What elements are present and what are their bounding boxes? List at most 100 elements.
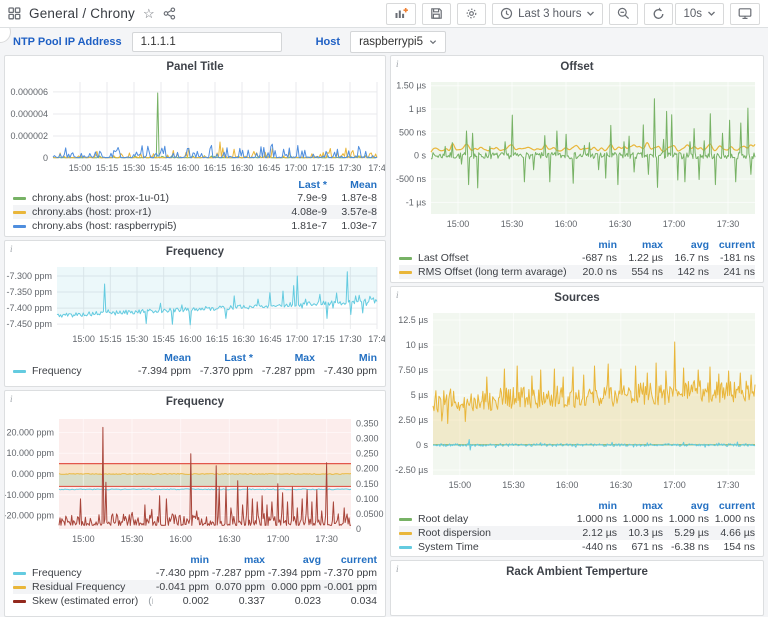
panel-header[interactable]: i Sources [391, 287, 763, 309]
svg-text:0: 0 [43, 153, 48, 163]
svg-text:16:45: 16:45 [258, 163, 281, 173]
series-stat-value: 1.000 ns [709, 513, 755, 525]
save-dashboard-button[interactable] [422, 3, 451, 25]
series-color-swatch [399, 271, 412, 274]
panel-header[interactable]: i Frequency [5, 241, 385, 263]
svg-text:0.200: 0.200 [356, 464, 379, 474]
panel-header[interactable]: i Frequency [5, 391, 385, 413]
panel-header[interactable]: i Rack Ambient Temperture [391, 561, 763, 583]
dashboard-settings-button[interactable] [457, 3, 486, 25]
chevron-down-icon [707, 9, 716, 18]
series-stat-value: 20.0 ns [571, 266, 617, 278]
series-color-swatch [13, 600, 26, 603]
series-stat-value: -7.370 ppm [191, 365, 253, 377]
svg-text:15:30: 15:30 [126, 334, 149, 344]
legend-row[interactable]: Last Offset-687 ns1.22 µs16.7 ns-181 ns [399, 251, 755, 265]
svg-text:0.100: 0.100 [356, 494, 379, 504]
legend-row[interactable]: Root delay1.000 ns1.000 ns1.000 ns1.000 … [399, 512, 755, 526]
svg-text:-10.000 ppm: -10.000 ppm [5, 490, 54, 500]
sources-chart[interactable]: 12.5 µs10 µs7.50 µs5 µs2.50 µs0 s-2.50 µ… [391, 309, 763, 499]
info-icon[interactable]: i [396, 290, 399, 300]
svg-text:500 ns: 500 ns [399, 127, 427, 137]
series-stat-value: 0.070 ppm [209, 581, 265, 593]
svg-text:20.000 ppm: 20.000 ppm [6, 427, 54, 437]
panel-title-text: Frequency [166, 246, 224, 258]
legend-row[interactable]: Frequency-7.430 ppm-7.287 ppm-7.394 ppm-… [13, 566, 377, 580]
legend-row[interactable]: Root dispersion2.12 µs10.3 µs5.29 µs4.66… [399, 526, 755, 540]
legend-row[interactable]: Residual Frequency-0.041 ppm0.070 ppm0.0… [13, 580, 377, 594]
time-range-label: Last 3 hours [518, 8, 581, 20]
series-stat-value: -7.394 ppm [129, 365, 191, 377]
series-color-swatch [399, 257, 412, 260]
svg-text:15:30: 15:30 [501, 219, 524, 229]
series-stat-value: 4.66 µs [709, 527, 755, 539]
panel-title-text: Offset [560, 61, 593, 73]
panel-title-text: Rack Ambient Temperture [506, 566, 648, 578]
svg-text:17:00: 17:00 [267, 534, 290, 544]
frequency-bottom-chart[interactable]: 20.000 ppm10.000 ppm0.000 ppm-10.000 ppm… [5, 413, 385, 553]
legend-row[interactable]: RMS Offset (long term avarage)20.0 ns554… [399, 265, 755, 279]
offset-chart[interactable]: 1.50 µs1 µs500 ns0 s-500 ns-1 µs15:0015:… [391, 78, 763, 238]
sources-legend: minmaxavgcurrentRoot delay1.000 ns1.000 … [391, 499, 763, 554]
svg-text:0.150: 0.150 [356, 479, 379, 489]
host-select[interactable]: raspberrypi5 [350, 31, 446, 53]
series-stat-value: 1.22 µs [617, 252, 663, 264]
series-label: RMS Offset (long term avarage) [418, 266, 567, 278]
dashboard-title: General / Chrony [29, 6, 135, 21]
legend-row[interactable]: System Time-440 ns671 ns-6.38 ns154 ns [399, 540, 755, 554]
series-label: Skew (estimated error) [32, 595, 138, 607]
svg-text:15:15: 15:15 [96, 163, 119, 173]
ntp-pool-label: NTP Pool IP Address [13, 36, 122, 48]
series-stat-value: -7.370 ppm [321, 567, 377, 579]
svg-text:17:30: 17:30 [339, 163, 362, 173]
series-color-swatch [399, 532, 412, 535]
svg-text:17:4: 17:4 [368, 334, 385, 344]
add-panel-button[interactable] [386, 3, 416, 25]
ntp-pool-input[interactable] [132, 32, 282, 52]
frequency-mid-chart[interactable]: -7.300 ppm-7.350 ppm-7.400 ppm-7.450 ppm… [5, 263, 385, 351]
series-label: chrony.abs (host: prox-r1) [32, 206, 151, 218]
series-stat-value: 0.337 [209, 595, 265, 607]
time-range-picker[interactable]: Last 3 hours [492, 3, 603, 25]
svg-text:5 µs: 5 µs [411, 390, 429, 400]
info-icon[interactable]: i [396, 564, 399, 574]
cycle-view-mode-button[interactable] [730, 3, 760, 25]
series-stat-value: -687 ns [571, 252, 617, 264]
svg-text:15:15: 15:15 [99, 334, 122, 344]
info-icon[interactable]: i [10, 244, 13, 254]
panel-panel-title: Panel Title 0.0000060.0000040.000002015:… [4, 55, 386, 237]
dashboards-grid-icon[interactable] [8, 7, 21, 20]
panel-sources: i Sources 12.5 µs10 µs7.50 µs5 µs2.50 µs… [390, 286, 764, 557]
series-stat-value: 0.002 [153, 595, 209, 607]
star-icon[interactable]: ☆ [143, 7, 155, 20]
svg-text:-500 ns: -500 ns [396, 174, 427, 184]
panel-header[interactable]: i Offset [391, 56, 763, 78]
series-stat-value: 1.000 ns [663, 513, 709, 525]
refresh-button[interactable] [644, 3, 673, 25]
legend-row[interactable]: chrony.abs (host: raspberrypi5)1.81e-71.… [13, 219, 377, 233]
svg-text:1 µs: 1 µs [409, 104, 427, 114]
svg-text:-2.50 µs: -2.50 µs [395, 465, 428, 475]
info-icon[interactable]: i [396, 59, 399, 69]
series-label: Frequency [32, 567, 82, 579]
refresh-interval-picker[interactable]: 10s [675, 3, 724, 25]
panel-header[interactable]: Panel Title [5, 56, 385, 78]
legend-row[interactable]: chrony.abs (host: prox-r1)4.08e-93.57e-8 [13, 205, 377, 219]
legend-header: minmaxavgcurrent [13, 553, 377, 566]
svg-text:15:45: 15:45 [150, 163, 173, 173]
series-color-swatch [13, 572, 26, 575]
info-icon[interactable]: i [10, 394, 13, 404]
svg-text:15:45: 15:45 [152, 334, 175, 344]
zoom-out-button[interactable] [609, 3, 638, 25]
series-stat-value: 2.12 µs [571, 527, 617, 539]
svg-text:-1 µs: -1 µs [406, 197, 427, 207]
share-icon[interactable] [163, 7, 176, 20]
svg-text:16:00: 16:00 [177, 163, 200, 173]
svg-text:0.000004: 0.000004 [10, 109, 48, 119]
panel-title-chart[interactable]: 0.0000060.0000040.000002015:0015:1515:30… [5, 78, 385, 178]
legend-row[interactable]: Skew (estimated error)(right-y)0.0020.33… [13, 594, 377, 608]
series-color-swatch [399, 518, 412, 521]
legend-row[interactable]: chrony.abs (host: prox-1u-01)7.9e-91.87e… [13, 191, 377, 205]
legend-row[interactable]: Frequency-7.394 ppm-7.370 ppm-7.287 ppm-… [13, 364, 377, 378]
svg-text:2.50 µs: 2.50 µs [398, 415, 428, 425]
